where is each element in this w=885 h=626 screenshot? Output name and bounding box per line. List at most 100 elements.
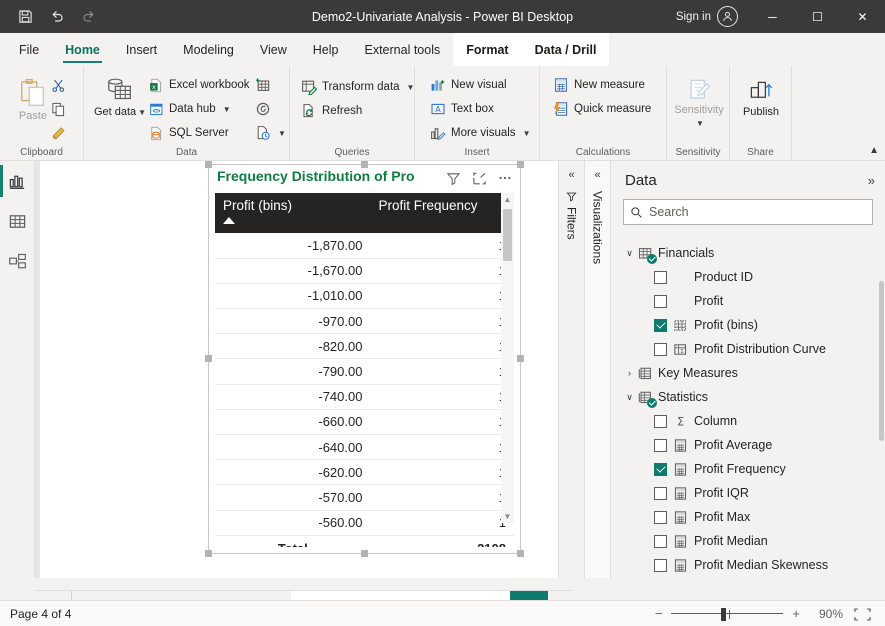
sign-in-link[interactable]: Sign in [676,11,717,23]
table-vertical-scrollbar[interactable]: ▲ ▼ [501,193,514,523]
visualizations-pane-collapsed[interactable]: « Visualizations [584,161,610,578]
table-visual[interactable]: Frequency Distribution of Pro Profit (bi… [205,161,524,557]
filters-pane-collapsed[interactable]: « Filters [558,161,584,578]
get-data-button[interactable]: Get data ▼ [92,76,148,119]
scrollbar-thumb[interactable] [503,209,512,261]
table-row[interactable]: -1,870.001 [215,233,514,259]
chevron-right-icon[interactable]: › [623,368,636,378]
field-checkbox[interactable] [654,270,667,284]
new-visual-button[interactable]: New visual [427,74,510,96]
sidebar-item-data-view[interactable] [0,201,35,241]
tree-field-product-id[interactable]: Product ID [611,265,885,289]
focus-mode-icon[interactable] [466,166,492,190]
resize-handle-middle-left[interactable] [205,355,212,362]
expand-visualizations-icon[interactable]: « [594,169,600,181]
sidebar-item-model-view[interactable] [0,241,35,281]
account-avatar-icon[interactable] [717,6,738,27]
field-checkbox[interactable] [654,438,667,452]
resize-handle-bottom-middle[interactable] [360,550,368,557]
search-field-wrapper[interactable] [623,199,873,225]
table-row[interactable]: -570.001 [215,484,514,511]
resize-handle-top-right[interactable] [517,161,524,168]
close-button[interactable]: ✕ [840,0,885,33]
field-checkbox[interactable] [654,510,667,524]
resize-handle-bottom-left[interactable] [205,550,212,557]
table-row[interactable]: -740.001 [215,384,514,410]
field-checkbox[interactable] [654,318,667,332]
refresh-button[interactable]: Refresh [298,100,365,122]
resize-handle-middle-right[interactable] [517,355,524,362]
field-checkbox[interactable] [654,414,667,428]
transform-data-button[interactable]: Transform data ▼ [298,76,417,98]
tree-field-profit-max[interactable]: Profit Max [611,505,885,529]
quick-measure-button[interactable]: Quick measure [550,98,654,120]
tree-field-profit-median-skewness[interactable]: Profit Median Skewness [611,553,885,577]
ribbon-tab-help[interactable]: Help [300,33,352,66]
sidebar-item-report-view[interactable] [0,161,35,201]
fit-to-page-button[interactable] [852,606,871,621]
tree-field-profit-bins[interactable]: Profit (bins) [611,313,885,337]
ribbon-tab-format[interactable]: Format [453,33,522,66]
resize-handle-top-middle[interactable] [360,161,368,168]
undo-icon[interactable] [42,4,72,30]
column-header-profit-bins[interactable]: Profit (bins) [215,193,371,233]
tree-field-column[interactable]: Σ Column [611,409,885,433]
table-row[interactable]: -1,670.001 [215,258,514,284]
ribbon-tab-modeling[interactable]: Modeling [170,33,247,66]
data-pane-scrollbar-thumb[interactable] [879,281,884,441]
filter-icon[interactable] [440,166,466,190]
table-row[interactable]: -970.001 [215,308,514,335]
ribbon-tab-data-drill[interactable]: Data / Drill [521,33,610,66]
zoom-out-button[interactable]: − [655,606,663,621]
ribbon-tab-file[interactable]: File [6,33,52,66]
table-row[interactable]: -1,010.001 [215,283,514,310]
tree-field-profit-frequency[interactable]: Profit Frequency [611,457,885,481]
field-checkbox[interactable] [654,342,667,356]
scroll-down-icon[interactable]: ▼ [501,510,514,523]
tree-field-profit[interactable]: Profit [611,289,885,313]
search-input[interactable] [649,205,866,219]
recent-sources-button[interactable]: ▼ [252,122,289,144]
copy-button[interactable] [48,98,69,120]
more-options-icon[interactable] [492,166,518,190]
enter-data-button[interactable] [252,74,274,96]
ribbon-tab-home[interactable]: Home [52,33,113,66]
collapse-ribbon-icon[interactable]: ▲ [869,145,879,156]
excel-workbook-button[interactable]: x Excel workbook [146,74,253,96]
new-measure-button[interactable]: New measure [550,74,648,96]
table-row[interactable]: -660.001 [215,409,514,436]
tree-field-profit-median[interactable]: Profit Median [611,529,885,553]
data-hub-button[interactable]: Data hub ▼ [146,98,234,120]
sensitivity-button[interactable]: Sensitivity ▼ [671,76,727,130]
table-row[interactable]: -560.001 [215,510,514,536]
save-icon[interactable] [10,4,40,30]
chevron-down-icon[interactable]: ∨ [623,392,636,403]
format-painter-button[interactable] [48,122,69,144]
tree-field-profit-average[interactable]: Profit Average [611,433,885,457]
zoom-in-button[interactable]: + [792,606,800,621]
maximize-button[interactable]: ☐ [795,0,840,33]
field-checkbox[interactable] [654,486,667,500]
expand-filters-icon[interactable]: « [568,169,574,181]
tree-field-profit-min[interactable]: Profit Min [611,577,885,578]
column-header-profit-frequency[interactable]: Profit Frequency [370,193,514,233]
ribbon-tab-external-tools[interactable]: External tools [351,33,453,66]
dataverse-button[interactable] [252,98,274,120]
field-checkbox[interactable] [654,558,667,572]
cut-button[interactable] [48,74,69,96]
tree-table-key-measures[interactable]: › Key Measures [611,361,885,385]
resize-handle-top-left[interactable] [205,161,212,168]
table-row[interactable]: -640.001 [215,434,514,461]
ribbon-tab-view[interactable]: View [247,33,300,66]
zoom-slider[interactable] [671,607,784,621]
field-checkbox[interactable] [654,462,667,476]
collapse-data-pane-icon[interactable]: » [868,173,875,188]
chevron-down-icon[interactable]: ∨ [623,248,636,259]
field-checkbox[interactable] [654,534,667,548]
zoom-slider-knob[interactable] [721,607,727,621]
ribbon-tab-insert[interactable]: Insert [113,33,170,66]
tree-table-financials[interactable]: ∨ Financials [611,241,885,265]
report-page[interactable]: Frequency Distribution of Pro Profit (bi… [40,161,602,578]
tree-table-statistics[interactable]: ∨ Statistics [611,385,885,409]
field-checkbox[interactable] [654,294,667,308]
